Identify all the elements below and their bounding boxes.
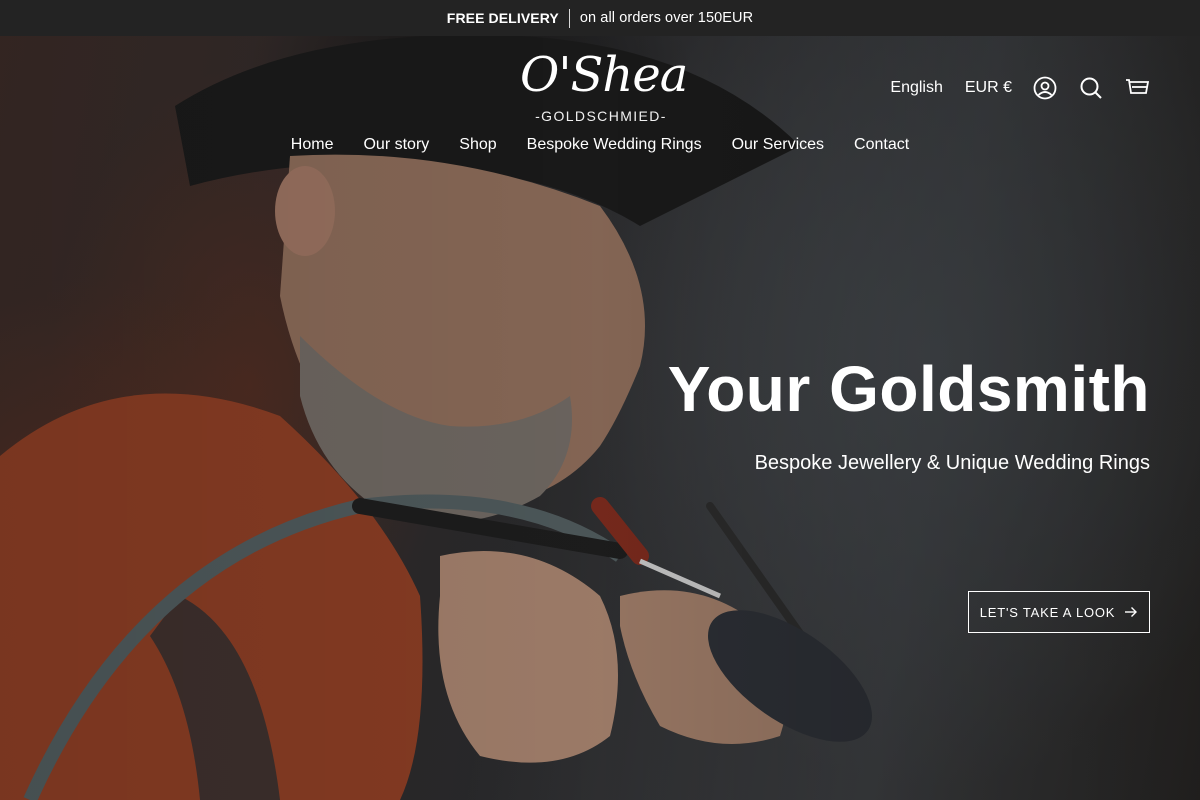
- nav-item-home[interactable]: Home: [291, 136, 334, 154]
- brand-wordmark: O'Shea: [520, 47, 688, 103]
- currency-selector[interactable]: EUR €: [965, 79, 1012, 97]
- header-utilities: English EUR €: [890, 72, 1150, 104]
- search-icon[interactable]: [1078, 75, 1104, 101]
- language-selector[interactable]: English: [890, 79, 942, 97]
- nav-item-bespoke-wedding-rings[interactable]: Bespoke Wedding Rings: [527, 136, 702, 154]
- account-icon[interactable]: [1032, 75, 1058, 101]
- cta-label: LET'S TAKE A LOOK: [979, 604, 1116, 620]
- main-navigation: Home Our story Shop Bespoke Wedding Ring…: [0, 136, 1200, 154]
- lets-take-a-look-button[interactable]: LET'S TAKE A LOOK: [968, 591, 1150, 633]
- hero-title: Your Goldsmith: [667, 353, 1150, 425]
- announcement-divider: [568, 8, 570, 28]
- announcement-highlight: FREE DELIVERY: [446, 10, 559, 26]
- site-logo[interactable]: O'Shea -GOLDSCHMIED-: [520, 47, 688, 128]
- hero-subtitle: Bespoke Jewellery & Unique Wedding Rings: [754, 452, 1150, 474]
- nav-item-shop[interactable]: Shop: [459, 136, 496, 154]
- arrow-right-icon: [1124, 606, 1138, 618]
- brand-tagline: -GOLDSCHMIED-: [535, 108, 667, 124]
- nav-item-our-services[interactable]: Our Services: [732, 136, 824, 154]
- announcement-text: on all orders over 150EUR: [579, 10, 754, 26]
- nav-item-our-story[interactable]: Our story: [363, 136, 429, 154]
- announcement-bar: FREE DELIVERY on all orders over 150EUR: [0, 0, 1200, 36]
- nav-item-contact[interactable]: Contact: [854, 136, 909, 154]
- cart-icon[interactable]: [1124, 75, 1150, 101]
